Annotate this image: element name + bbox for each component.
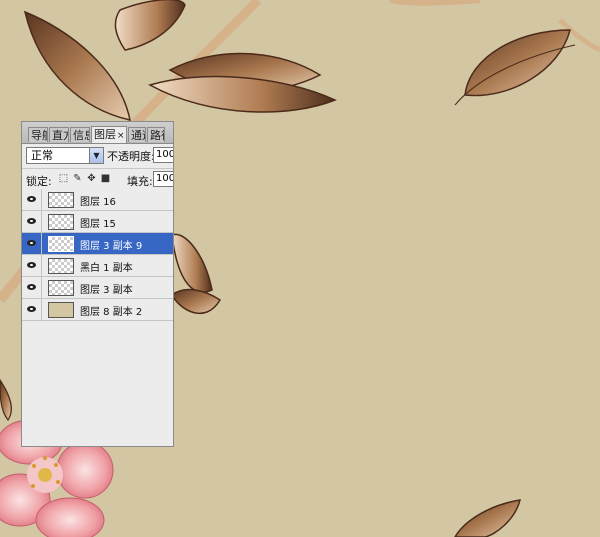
branch: [389, 0, 481, 6]
layer-thumbnail: [48, 236, 74, 252]
layer-name: 图层 8 副本 2: [80, 307, 143, 318]
lock-move-icon[interactable]: ✥: [86, 173, 97, 184]
tab-layers[interactable]: 图层×: [91, 126, 127, 143]
layer-thumbnail: [48, 302, 74, 318]
eye-icon[interactable]: [22, 277, 42, 298]
opacity-input[interactable]: 100%: [153, 147, 173, 163]
leaf: [171, 233, 213, 293]
layer-name: 图层 3 副本: [80, 285, 133, 296]
tab-channels[interactable]: 通道: [128, 127, 146, 142]
lock-label: 锁定:: [26, 175, 52, 188]
leaf: [454, 499, 522, 537]
layer-row[interactable]: 图层 16: [22, 189, 173, 211]
blend-mode-select[interactable]: 正常 ▼: [26, 147, 104, 164]
layer-thumbnail: [48, 280, 74, 296]
layer-name: 图层 3 副本 9: [80, 241, 143, 252]
layer-thumbnail: [48, 258, 74, 274]
eye-icon[interactable]: [22, 189, 42, 210]
layer-row[interactable]: 图层 8 副本 2: [22, 299, 173, 321]
panel-tab-bar: 导航 直方 信息 图层× 通道 路径: [22, 122, 173, 144]
opacity-label: 不透明度:: [107, 150, 155, 163]
layer-thumbnail: [48, 214, 74, 230]
layers-panel: 导航 直方 信息 图层× 通道 路径 正常 ▼ 不透明度: 100% 锁定: ⬚…: [21, 121, 174, 447]
leaf: [23, 10, 131, 121]
leaf: [0, 378, 12, 422]
tab-navigator[interactable]: 导航: [28, 127, 48, 142]
tab-paths[interactable]: 路径: [147, 127, 165, 142]
eye-icon[interactable]: [22, 255, 42, 276]
eye-icon[interactable]: [22, 299, 42, 320]
layer-name: 黑白 1 副本: [80, 263, 133, 274]
lock-all-icon[interactable]: ■: [100, 173, 111, 184]
eye-icon[interactable]: [22, 233, 42, 254]
tab-info[interactable]: 信息: [70, 127, 90, 142]
leaf: [114, 0, 186, 51]
tab-histogram[interactable]: 直方: [49, 127, 69, 142]
layer-thumbnail: [48, 192, 74, 208]
eye-icon[interactable]: [22, 211, 42, 232]
blend-mode-value: 正常: [31, 149, 53, 162]
leaf: [171, 288, 222, 314]
fill-input[interactable]: 100%: [153, 171, 173, 187]
layer-row[interactable]: 黑白 1 副本: [22, 255, 173, 277]
lock-row: 锁定: ⬚ ✎ ✥ ■ 填充: 100%: [22, 168, 173, 190]
layer-name: 图层 15: [80, 219, 116, 230]
layer-row-selected[interactable]: 图层 3 副本 9: [22, 233, 173, 255]
close-icon[interactable]: ×: [117, 131, 125, 141]
chevron-down-icon[interactable]: ▼: [89, 148, 103, 163]
layer-row[interactable]: 图层 3 副本: [22, 277, 173, 299]
layer-row[interactable]: 图层 15: [22, 211, 173, 233]
fill-label: 填充:: [127, 175, 153, 188]
lock-paint-icon[interactable]: ✎: [72, 173, 83, 184]
layer-name: 图层 16: [80, 197, 116, 208]
lock-transparency-icon[interactable]: ⬚: [58, 173, 69, 184]
leaf: [148, 75, 337, 113]
